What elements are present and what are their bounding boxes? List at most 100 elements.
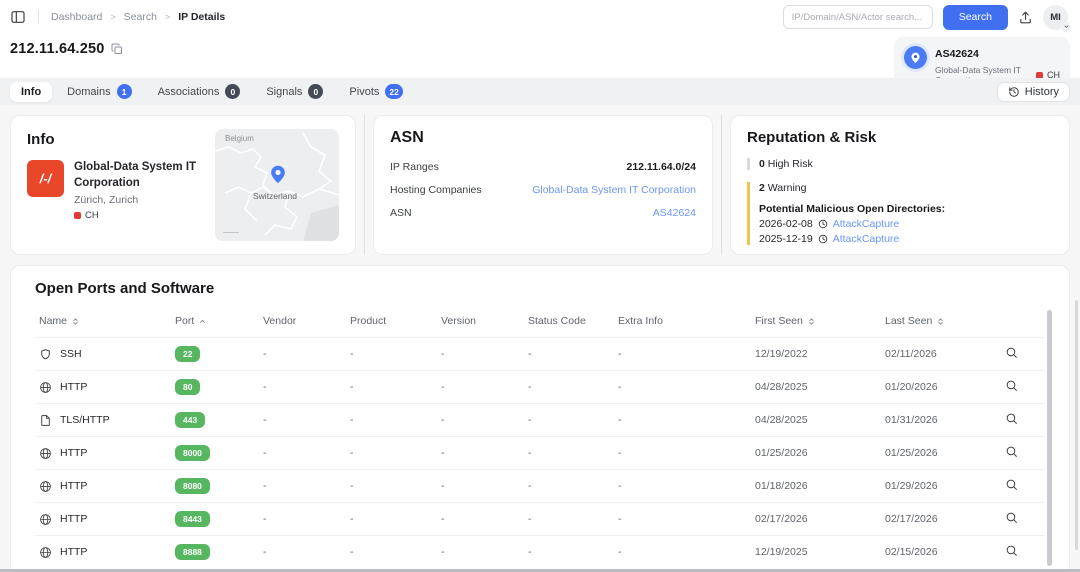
search-icon[interactable] [1005,445,1018,458]
search-icon[interactable] [1005,412,1018,425]
service-name: HTTP [60,513,87,525]
service-name: TLS/HTTP [60,414,110,426]
chevron-down-icon [1061,22,1071,32]
extra-info-cell: - [614,338,751,371]
product-cell: - [346,371,437,404]
port-badge: 8080 [175,478,210,494]
asn-row-value[interactable]: AS42624 [653,207,696,219]
header-actions: Search MI [783,5,1068,30]
search-button[interactable]: Search [943,5,1008,30]
table-header-row: NamePortVendorProductVersionStatus CodeE… [35,309,1045,338]
table-row: HTTP8888-----12/19/202502/15/2026 [35,536,1045,569]
product-cell: - [346,338,437,371]
vendor-cell: - [259,437,346,470]
asn-row-label: ASN [390,207,412,219]
status-code-cell: - [524,404,614,437]
search-input[interactable] [783,5,933,29]
column-label: First Seen [755,315,803,327]
open-ports-card: Open Ports and Software NamePortVendorPr… [10,265,1070,572]
vendor-cell: - [259,404,346,437]
map-pin-icon [904,46,927,69]
tab-label: Info [21,86,41,98]
extra-info-cell: - [614,503,751,536]
port-badge: 80 [175,379,200,395]
info-card-left: Info /-/ Global-Data System IT Corporati… [27,129,206,241]
column-header-first-seen[interactable]: First Seen [751,309,881,338]
table-row: HTTP8443-----02/17/202602/17/2026 [35,503,1045,536]
first-seen-cell: 04/28/2025 [751,371,881,404]
vendor-cell: - [259,536,346,569]
tab-info[interactable]: Info [10,82,52,102]
tab-signals[interactable]: Signals0 [255,80,334,103]
table-scrollbar[interactable] [1047,310,1052,566]
tab-list: Info Domains1Associations0Signals0Pivots2… [10,80,414,103]
tab-associations[interactable]: Associations0 [147,80,252,103]
product-cell: - [346,470,437,503]
high-risk-label: High Risk [768,158,813,170]
search-icon[interactable] [1005,544,1018,557]
warning-source-link[interactable]: AttackCapture [833,218,900,230]
vendor-cell: - [259,338,346,371]
service-name: SSH [60,348,82,360]
country-flag-icon [74,212,81,219]
certificate-icon [39,414,52,427]
vendor-cell: - [259,371,346,404]
extra-info-cell: - [614,536,751,569]
asn-row-value[interactable]: Global-Data System IT Corporation [532,184,696,196]
port-badge: 8888 [175,544,210,560]
export-icon[interactable] [1018,10,1033,25]
version-cell: - [437,536,524,569]
warning-count: 2 [759,182,765,194]
high-risk-count: 0 [759,158,765,170]
version-cell: - [437,503,524,536]
sort-asc-icon [198,317,207,326]
history-button[interactable]: History [997,82,1070,102]
warning-source-link[interactable]: AttackCapture [833,233,900,245]
column-header-port[interactable]: Port [171,309,259,338]
map-borders [215,129,339,241]
column-header-extra-info: Extra Info [614,309,751,338]
globe-icon [39,447,52,460]
search-icon[interactable] [1005,346,1018,359]
extra-info-cell: - [614,437,751,470]
search-icon[interactable] [1005,511,1018,524]
last-seen-cell: 01/20/2026 [881,371,1001,404]
breadcrumb-item-dashboard[interactable]: Dashboard [51,11,102,23]
last-seen-cell: 02/11/2026 [881,338,1001,371]
column-label: Last Seen [885,315,932,327]
page-scrollbar[interactable] [1075,300,1078,550]
ip-details-page: Dashboard>Search>IP Details Search MI 21… [0,0,1080,572]
sidebar-toggle-icon[interactable] [10,9,26,25]
search-icon[interactable] [1005,478,1018,491]
product-cell: - [346,503,437,536]
column-header-name[interactable]: Name [35,309,171,338]
version-cell: - [437,404,524,437]
user-avatar[interactable]: MI [1043,5,1068,30]
reputation-risk-card: Reputation & Risk 0 High Risk 2 Warning … [730,115,1070,255]
search-icon[interactable] [1005,379,1018,392]
copy-icon[interactable] [111,43,123,55]
breadcrumb-item-search[interactable]: Search [124,11,157,23]
asn-chip-asn: AS42624 [935,48,979,60]
org-details: Global-Data System IT Corporation Zürich… [74,160,206,221]
breadcrumb-item-ip-details[interactable]: IP Details [178,11,225,23]
column-header-last-seen[interactable]: Last Seen [881,309,1001,338]
map-pin-icon [267,163,289,185]
globe-icon [39,381,52,394]
org-logo: /-/ [27,160,64,197]
status-code-cell: - [524,536,614,569]
open-ports-table: NamePortVendorProductVersionStatus CodeE… [35,309,1045,569]
warning-label: Warning [768,182,807,194]
breadcrumb-separator: > [110,12,115,22]
tab-count-badge: 1 [117,84,132,99]
map-scale-bar [223,232,239,233]
tab-label: Associations [158,86,220,98]
org-location: Zürich, Zurich [74,194,206,206]
tab-pivots[interactable]: Pivots22 [338,80,413,103]
last-seen-cell: 02/15/2026 [881,536,1001,569]
tab-domains[interactable]: Domains1 [56,80,142,103]
risk-card-title: Reputation & Risk [747,129,1053,146]
service-name: HTTP [60,546,87,558]
port-badge: 443 [175,412,205,428]
breadcrumb: Dashboard>Search>IP Details [51,11,225,23]
